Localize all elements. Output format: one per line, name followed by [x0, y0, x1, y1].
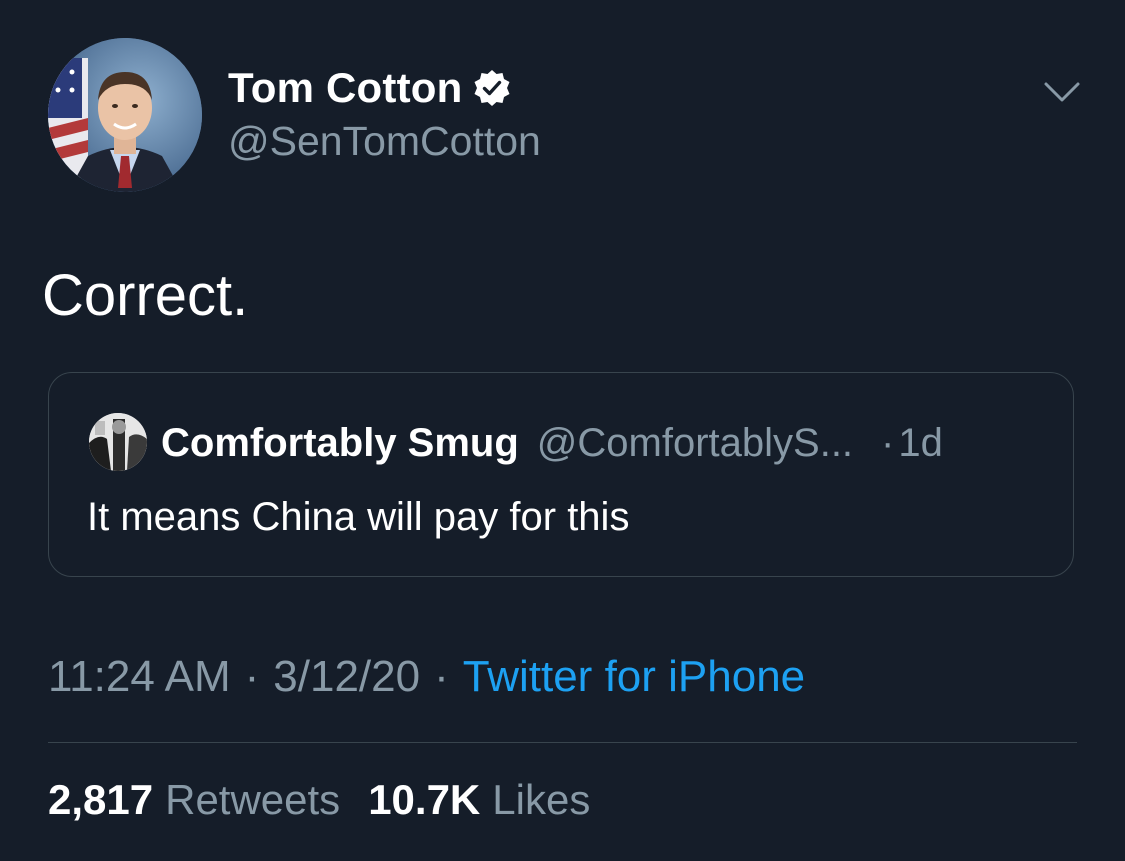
- divider: [48, 742, 1077, 743]
- quoted-handle[interactable]: @ComfortablyS...: [537, 421, 853, 466]
- likes-count: 10.7K: [368, 776, 481, 823]
- tweet-meta: 11:24 AM · 3/12/20 · Twitter for iPhone: [48, 652, 805, 702]
- author-handle[interactable]: @SenTomCotton: [228, 118, 541, 165]
- likes-label: Likes: [492, 776, 591, 823]
- author-avatar[interactable]: [48, 38, 202, 192]
- retweets-count: 2,817: [48, 776, 154, 823]
- author-name-row[interactable]: Tom Cotton: [228, 62, 512, 114]
- retweets-stat[interactable]: 2,817 Retweets: [48, 776, 340, 824]
- tweet-date: 3/12/20: [273, 652, 421, 701]
- tweet-source-link[interactable]: Twitter for iPhone: [463, 652, 805, 702]
- likes-stat[interactable]: 10.7K Likes: [368, 776, 590, 824]
- quoted-tweet-text: It means China will pay for this: [87, 495, 630, 539]
- tweet-time: 11:24 AM: [48, 652, 231, 701]
- quoted-tweet-header: Comfortably Smug @ComfortablyS... · 1d: [161, 417, 943, 469]
- quoted-tweet-card[interactable]: Comfortably Smug @ComfortablyS... · 1d I…: [48, 372, 1074, 577]
- chevron-down-icon[interactable]: [1042, 72, 1082, 112]
- verified-badge-icon: [472, 68, 512, 108]
- meta-separator: ·: [434, 652, 449, 701]
- tweet-detail: Tom Cotton @SenTomCotton Correct. Comfor…: [0, 0, 1125, 861]
- quoted-author-avatar[interactable]: [89, 413, 147, 471]
- author-display-name[interactable]: Tom Cotton: [228, 64, 462, 112]
- tweet-text: Correct.: [42, 263, 249, 328]
- quoted-display-name[interactable]: Comfortably Smug: [161, 421, 519, 466]
- senator-portrait-avatar: [48, 38, 202, 192]
- quoted-timestamp: 1d: [898, 420, 943, 465]
- meta-separator: ·: [244, 652, 260, 701]
- tweet-stats: 2,817 Retweets 10.7K Likes: [48, 776, 590, 824]
- retweets-label: Retweets: [165, 776, 341, 823]
- bw-photo-avatar: [89, 413, 147, 471]
- quoted-separator: ·: [881, 420, 895, 465]
